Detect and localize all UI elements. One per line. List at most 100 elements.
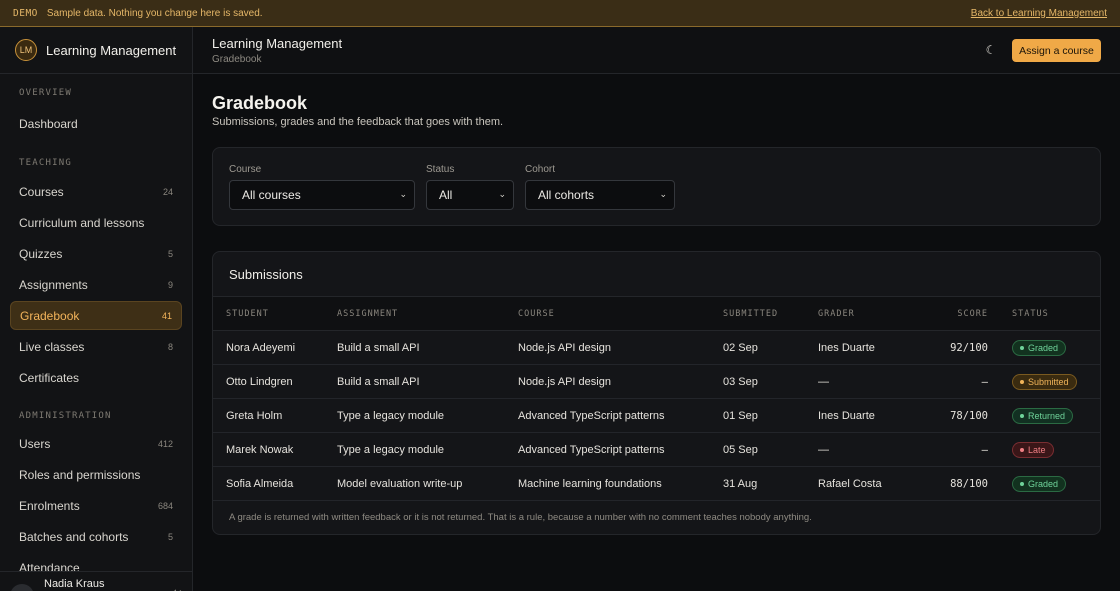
cohort-filter-label: Cohort (525, 164, 556, 175)
filter-panel: Course All courses ⌄ Status All ⌄ Cohort… (212, 147, 1101, 226)
sidebar-item-dashboard[interactable]: Dashboard (10, 109, 182, 138)
status-badge: Graded (1012, 339, 1067, 356)
student-cell: Nora Adeyemi (213, 330, 337, 365)
status-badge: Submitted (1012, 373, 1077, 390)
cohort-select[interactable]: All cohorts ⌄ (525, 180, 675, 210)
grader-cell: — (818, 432, 918, 467)
sidebar-item-label: Batches and cohorts (19, 529, 129, 544)
user-name: Nadia Kraus (44, 578, 105, 590)
table-row[interactable]: Marek Nowak Type a legacy module Advanced … (213, 432, 1100, 467)
student-cell: Otto Lindgren (213, 364, 337, 399)
sidebar-item-assignments[interactable]: Assignments 9 (10, 270, 182, 299)
topbar: Learning Management Gradebook ☾ Assign a… (193, 27, 1120, 74)
sidebar-item-enrolments[interactable]: Enrolments 684 (10, 491, 182, 520)
section-label-administration: ADMINISTRATION (19, 411, 112, 421)
course-cell: Node.js API design (518, 330, 723, 365)
gradebook-footnote: A grade is returned with written feedbac… (229, 512, 812, 523)
score-cell: 92/100 (918, 330, 988, 365)
col-assignment[interactable]: ASSIGNMENT (337, 296, 518, 331)
course-select[interactable]: All courses ⌄ (229, 180, 415, 210)
course-cell: Node.js API design (518, 364, 723, 399)
submissions-table: STUDENT ASSIGNMENT COURSE SUBMITTED GRAD… (213, 296, 1100, 501)
sidebar-item-label: Assignments (19, 277, 88, 292)
sidebar-item-certificates[interactable]: Certificates (10, 363, 182, 392)
col-status[interactable]: STATUS (988, 296, 1100, 331)
chevron-down-icon: ⌄ (399, 189, 407, 199)
sidebar-item-courses[interactable]: Courses 24 (10, 177, 182, 206)
submitted-cell: 05 Sep (723, 432, 818, 467)
sidebar-item-count: 8 (167, 341, 173, 352)
sidebar-item-label: Certificates (19, 370, 80, 385)
cohort-select-value: All cohorts (538, 188, 595, 202)
assign-course-button[interactable]: Assign a course (1012, 39, 1101, 62)
sidebar-item-roles[interactable]: Roles and permissions (10, 460, 182, 489)
sidebar-item-label: Live classes (19, 339, 85, 354)
col-course[interactable]: COURSE (518, 296, 723, 331)
status-dot-icon (1020, 481, 1024, 486)
col-grader[interactable]: GRADER (818, 296, 918, 331)
table-row[interactable]: Nora Adeyemi Build a small API Node.js API… (213, 330, 1100, 365)
submitted-cell: 31 Aug (723, 466, 818, 501)
chevron-down-icon: ⌄ (659, 189, 667, 199)
sidebar-item-batches[interactable]: Batches and cohorts 5 (10, 522, 182, 551)
sidebar-item-label: Curriculum and lessons (19, 215, 145, 230)
student-cell: Sofia Almeida (213, 466, 337, 501)
sidebar-item-count: 684 (157, 500, 173, 511)
breadcrumb: Gradebook (212, 54, 262, 65)
status-cell: Late (988, 432, 1100, 467)
sign-out-icon[interactable]: ↪ (174, 586, 183, 591)
sidebar-item-quizzes[interactable]: Quizzes 5 (10, 239, 182, 268)
status-dot-icon (1020, 413, 1024, 418)
status-label: Graded (1028, 478, 1059, 489)
course-filter-label: Course (229, 164, 262, 175)
student-cell: Greta Holm (213, 398, 337, 433)
status-filter: Status All ⌄ (426, 164, 514, 210)
status-dot-icon (1020, 379, 1024, 384)
table-row[interactable]: Greta Holm Type a legacy module Advanced T… (213, 398, 1100, 433)
demo-message: Sample data. Nothing you change here is … (46, 7, 263, 19)
brand-name: Learning Management (46, 42, 177, 58)
table-row[interactable]: Otto Lindgren Build a small API Node.js AP… (213, 364, 1100, 399)
course-cell: Advanced TypeScript patterns (518, 398, 723, 433)
submissions-title: Submissions (229, 267, 303, 282)
col-score[interactable]: SCORE (918, 296, 988, 331)
col-submitted[interactable]: SUBMITTED (723, 296, 818, 331)
sidebar-item-curriculum[interactable]: Curriculum and lessons (10, 208, 182, 237)
status-badge: Late (1012, 441, 1054, 458)
page-subtitle: Submissions, grades and the feedback tha… (212, 116, 504, 128)
student-cell: Marek Nowak (213, 432, 337, 467)
sidebar-item-count: 5 (167, 531, 173, 542)
course-cell: Advanced TypeScript patterns (518, 432, 723, 467)
app-title: Learning Management (212, 36, 343, 51)
sidebar-item-live-classes[interactable]: Live classes 8 (10, 332, 182, 361)
brand-logo: LM (15, 39, 37, 61)
cohort-filter: Cohort All cohorts ⌄ (525, 164, 675, 210)
back-link[interactable]: Back to Learning Management (971, 8, 1107, 19)
status-select[interactable]: All ⌄ (426, 180, 514, 210)
section-label-teaching: TEACHING (19, 158, 72, 168)
status-label: Late (1028, 444, 1046, 455)
sidebar-item-label: Dashboard (19, 116, 78, 131)
moon-icon[interactable]: ☾ (983, 42, 999, 58)
sidebar-item-count: 9 (167, 279, 173, 290)
table-row[interactable]: Sofia Almeida Model evaluation write-up Ma… (213, 466, 1100, 501)
main-content: Gradebook Submissions, grades and the fe… (193, 74, 1120, 591)
score-cell: – (918, 364, 988, 399)
status-label: Submitted (1028, 376, 1069, 387)
section-label-overview: OVERVIEW (19, 88, 72, 98)
status-cell: Submitted (988, 364, 1100, 399)
status-cell: Graded (988, 466, 1100, 501)
sidebar-item-gradebook[interactable]: Gradebook 41 (10, 301, 182, 330)
user-footer[interactable]: NK Nadia Kraus ↪ (0, 571, 192, 591)
submitted-cell: 01 Sep (723, 398, 818, 433)
sidebar-item-users[interactable]: Users 412 (10, 429, 182, 458)
brand[interactable]: LM Learning Management (0, 27, 192, 74)
sidebar-item-label: Gradebook (20, 308, 80, 323)
status-dot-icon (1020, 345, 1024, 350)
score-cell: 78/100 (918, 398, 988, 433)
col-student[interactable]: STUDENT (213, 296, 337, 331)
chevron-down-icon: ⌄ (498, 189, 506, 199)
page-title: Gradebook (212, 93, 308, 113)
sidebar-item-label: Enrolments (19, 498, 80, 513)
table-header: STUDENT ASSIGNMENT COURSE SUBMITTED GRAD… (213, 296, 1100, 331)
